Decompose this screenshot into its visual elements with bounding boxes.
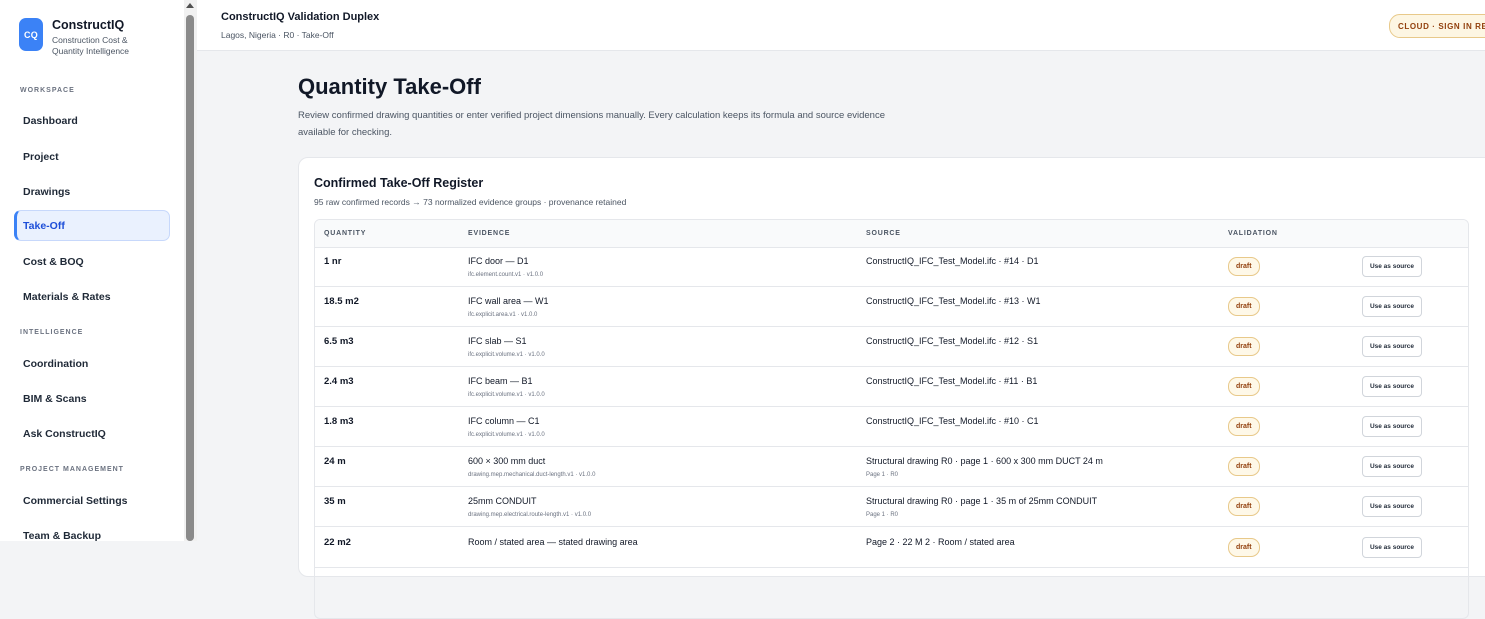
evidence-cell: IFC door — D1 bbox=[468, 256, 529, 266]
quantity-cell: 1.8 m3 bbox=[324, 416, 354, 427]
brand-logo: CQ bbox=[19, 18, 43, 51]
sidebar-item-coordination[interactable]: Coordination bbox=[14, 348, 170, 379]
quantity-cell: 22 m2 bbox=[324, 537, 351, 548]
use-as-source-button[interactable]: Use as source bbox=[1362, 537, 1422, 558]
sidebar-item-project[interactable]: Project bbox=[14, 141, 170, 172]
column-header-validation: VALIDATION bbox=[1228, 230, 1278, 237]
table-header: QUANTITY EVIDENCE SOURCE VALIDATION bbox=[315, 220, 1468, 248]
quantity-cell: 1 nr bbox=[324, 256, 342, 267]
brand-tagline: Construction Cost & Quantity Intelligenc… bbox=[52, 35, 130, 56]
use-as-source-button[interactable]: Use as source bbox=[1362, 456, 1422, 477]
quantity-cell: 18.5 m2 bbox=[324, 296, 359, 307]
evidence-cell: IFC wall area — W1 bbox=[468, 296, 549, 306]
evidence-cell: IFC slab — S1 bbox=[468, 336, 527, 346]
sidebar-item-commercial-settings[interactable]: Commercial Settings bbox=[14, 485, 170, 516]
evidence-cell: IFC beam — B1 bbox=[468, 376, 533, 386]
brand[interactable]: CQ ConstructIQ Construction Cost & Quant… bbox=[19, 18, 147, 56]
scroll-up-arrow-icon[interactable] bbox=[186, 3, 194, 8]
source-page-ref: Page 1 · R0 bbox=[866, 472, 899, 478]
table-row: 2.4 m3 IFC beam — B1 ifc.explicit.volume… bbox=[315, 367, 1468, 407]
page-description: Review confirmed drawing quantities or e… bbox=[298, 110, 886, 138]
evidence-cell: Room / stated area — stated drawing area bbox=[468, 537, 638, 547]
column-header-evidence: EVIDENCE bbox=[468, 230, 511, 237]
cloud-sign-in-badge[interactable]: CLOUD · SIGN IN REQ bbox=[1389, 14, 1485, 38]
source-page-ref: Page 1 · R0 bbox=[866, 512, 899, 518]
table-row: 35 m 25mm CONDUIT drawing.mep.electrical… bbox=[315, 487, 1468, 527]
sidebar: CQ ConstructIQ Construction Cost & Quant… bbox=[0, 0, 184, 541]
source-cell: ConstructIQ_IFC_Test_Model.ifc · #14 · D… bbox=[866, 256, 1039, 266]
source-cell: Page 2 · 22 M 2 · Room / stated area bbox=[866, 537, 1015, 547]
quantity-cell: 35 m bbox=[324, 496, 346, 507]
quantity-cell: 24 m bbox=[324, 456, 346, 467]
takeoff-register-card: Confirmed Take-Off Register 95 raw confi… bbox=[298, 157, 1485, 619]
source-cell: ConstructIQ_IFC_Test_Model.ifc · #10 · C… bbox=[866, 416, 1039, 426]
evidence-method: drawing.mep.mechanical.duct-length.v1 · … bbox=[468, 472, 596, 478]
source-cell: ConstructIQ_IFC_Test_Model.ifc · #12 · S… bbox=[866, 336, 1039, 346]
use-as-source-button[interactable]: Use as source bbox=[1362, 296, 1422, 317]
quantity-cell: 2.4 m3 bbox=[324, 376, 354, 387]
use-as-source-button[interactable]: Use as source bbox=[1362, 256, 1422, 277]
quantity-cell: 6.5 m3 bbox=[324, 336, 354, 347]
status-badge: draft bbox=[1228, 337, 1260, 356]
sidebar-item-ask-constructiq[interactable]: Ask ConstructIQ bbox=[14, 418, 170, 449]
sidebar-item-take-off[interactable]: Take-Off bbox=[14, 210, 170, 241]
evidence-method: ifc.explicit.volume.v1 · v1.0.0 bbox=[468, 392, 545, 398]
column-header-source: SOURCE bbox=[866, 230, 901, 237]
evidence-cell: IFC column — C1 bbox=[468, 416, 540, 426]
sidebar-item-dashboard[interactable]: Dashboard bbox=[14, 105, 170, 136]
sidebar-section-project-management: PROJECT MANAGEMENT bbox=[20, 466, 124, 473]
status-badge: draft bbox=[1228, 257, 1260, 276]
use-as-source-button[interactable]: Use as source bbox=[1362, 376, 1422, 397]
takeoff-table: QUANTITY EVIDENCE SOURCE VALIDATION 1 nr… bbox=[314, 219, 1469, 619]
evidence-cell: 25mm CONDUIT bbox=[468, 496, 537, 506]
evidence-method: drawing.mep.electrical.route-length.v1 ·… bbox=[468, 512, 592, 518]
evidence-method: ifc.explicit.volume.v1 · v1.0.0 bbox=[468, 432, 545, 438]
status-badge: draft bbox=[1228, 297, 1260, 316]
sidebar-section-intelligence: INTELLIGENCE bbox=[20, 329, 84, 336]
sidebar-section-workspace: WORKSPACE bbox=[20, 87, 75, 94]
register-subtitle: 95 raw confirmed records → 73 normalized… bbox=[314, 197, 627, 207]
column-header-quantity: QUANTITY bbox=[324, 230, 367, 237]
evidence-method: ifc.explicit.area.v1 · v1.0.0 bbox=[468, 312, 538, 318]
sidebar-item-materials-rates[interactable]: Materials & Rates bbox=[14, 281, 170, 312]
table-row: 1 nr IFC door — D1 ifc.element.count.v1 … bbox=[315, 247, 1468, 287]
evidence-method: ifc.explicit.volume.v1 · v1.0.0 bbox=[468, 352, 545, 358]
status-badge: draft bbox=[1228, 457, 1260, 476]
use-as-source-button[interactable]: Use as source bbox=[1362, 416, 1422, 437]
use-as-source-button[interactable]: Use as source bbox=[1362, 336, 1422, 357]
page-title: Quantity Take-Off bbox=[298, 74, 481, 99]
table-row: 22 m2 Room / stated area — stated drawin… bbox=[315, 528, 1468, 568]
status-badge: draft bbox=[1228, 497, 1260, 516]
sidebar-item-cost-boq[interactable]: Cost & BOQ bbox=[14, 246, 170, 277]
source-cell: Structural drawing R0 · page 1 · 35 m of… bbox=[866, 496, 1098, 506]
source-cell: Structural drawing R0 · page 1 · 600 x 3… bbox=[866, 456, 1103, 466]
sidebar-scrollbar[interactable] bbox=[184, 0, 197, 541]
sidebar-item-drawings[interactable]: Drawings bbox=[14, 176, 170, 207]
sidebar-item-team-backup[interactable]: Team & Backup bbox=[14, 520, 170, 542]
project-subtitle: Lagos, Nigeria · R0 · Take-Off bbox=[221, 30, 334, 40]
table-row: 24 m 600 × 300 mm duct drawing.mep.mecha… bbox=[315, 447, 1468, 487]
sidebar-item-bim-scans[interactable]: BIM & Scans bbox=[14, 383, 170, 414]
top-bar: ConstructIQ Validation Duplex Lagos, Nig… bbox=[197, 0, 1485, 51]
evidence-cell: 600 × 300 mm duct bbox=[468, 456, 546, 466]
evidence-method: ifc.element.count.v1 · v1.0.0 bbox=[468, 272, 544, 278]
source-cell: ConstructIQ_IFC_Test_Model.ifc · #13 · W… bbox=[866, 296, 1041, 306]
use-as-source-button[interactable]: Use as source bbox=[1362, 496, 1422, 517]
project-title: ConstructIQ Validation Duplex bbox=[221, 11, 380, 23]
table-row: 18.5 m2 IFC wall area — W1 ifc.explicit.… bbox=[315, 287, 1468, 327]
register-title: Confirmed Take-Off Register bbox=[314, 176, 484, 190]
scrollbar-thumb[interactable] bbox=[186, 15, 194, 541]
status-badge: draft bbox=[1228, 417, 1260, 436]
status-badge: draft bbox=[1228, 377, 1260, 396]
brand-name: ConstructIQ bbox=[52, 18, 125, 32]
table-row: 1.8 m3 IFC column — C1 ifc.explicit.volu… bbox=[315, 407, 1468, 447]
source-cell: ConstructIQ_IFC_Test_Model.ifc · #11 · B… bbox=[866, 376, 1038, 386]
table-row: 6.5 m3 IFC slab — S1 ifc.explicit.volume… bbox=[315, 327, 1468, 367]
